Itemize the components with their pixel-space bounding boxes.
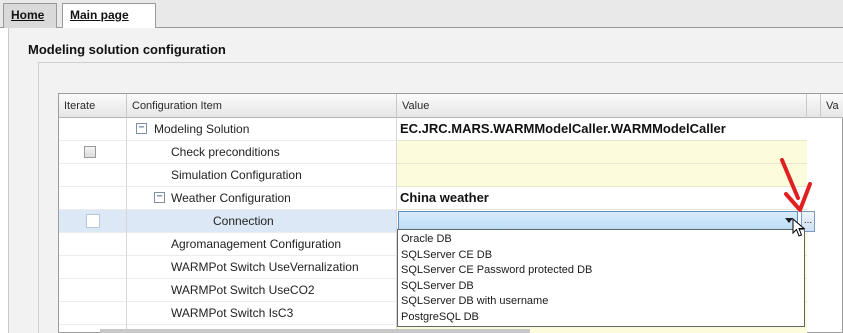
tab-main-page[interactable]: Main page bbox=[62, 3, 156, 29]
dropdown-option[interactable]: SQLServer DB with username bbox=[398, 294, 804, 310]
dropdown-option[interactable]: Oracle DB bbox=[398, 232, 804, 248]
column-header-va[interactable]: Va bbox=[820, 94, 843, 118]
group-box-border-left bbox=[38, 62, 39, 333]
column-header-iterate[interactable]: Iterate bbox=[59, 94, 127, 118]
config-item-label: Connection bbox=[213, 214, 274, 228]
horizontal-scrollbar[interactable] bbox=[100, 329, 530, 333]
iterate-cell bbox=[59, 164, 127, 187]
table-row[interactable]: Check preconditions bbox=[59, 141, 843, 164]
config-item-cell: WARMPot Switch IsC3 bbox=[127, 302, 397, 325]
config-item-cell: Connection bbox=[127, 210, 397, 233]
annotation-arrow-icon bbox=[780, 158, 812, 212]
group-box-border bbox=[38, 62, 843, 63]
mouse-cursor-icon bbox=[792, 218, 806, 237]
iterate-cell bbox=[59, 141, 127, 164]
iterate-cell bbox=[59, 256, 127, 279]
iterate-cell bbox=[59, 302, 127, 325]
config-item-cell: Agromanagement Configuration bbox=[127, 233, 397, 256]
iterate-cell bbox=[59, 233, 127, 256]
iterate-cell bbox=[59, 279, 127, 302]
config-item-label: Weather Configuration bbox=[171, 191, 291, 205]
dropdown-option[interactable]: SQLServer DB bbox=[398, 279, 804, 295]
config-item-cell: − Modeling Solution bbox=[127, 118, 397, 141]
config-item-label: Modeling Solution bbox=[154, 122, 250, 136]
column-header-value[interactable]: Value bbox=[397, 94, 807, 118]
dropdown-option[interactable]: SQLServer CE Password protected DB bbox=[398, 263, 804, 279]
config-item-label: Simulation Configuration bbox=[171, 168, 302, 182]
config-item-cell: Simulation Configuration bbox=[127, 164, 397, 187]
config-item-label: WARMPot Switch UseVernalization bbox=[171, 260, 359, 274]
table-row[interactable]: Simulation Configuration bbox=[59, 164, 843, 187]
table-row[interactable]: − Modeling Solution EC.JRC.MARS.WARMMode… bbox=[59, 118, 843, 141]
config-item-label: Check preconditions bbox=[171, 145, 280, 159]
dropdown-option[interactable]: PostgreSQL DB bbox=[398, 310, 804, 326]
grid-header: Iterate Configuration Item Value Va bbox=[59, 94, 843, 118]
iterate-cell bbox=[59, 210, 127, 233]
config-item-label: WARMPot Switch UseCO2 bbox=[171, 283, 315, 297]
iterate-cell bbox=[59, 187, 127, 210]
config-item-label: WARMPot Switch IsC3 bbox=[171, 306, 294, 320]
config-item-label: Agromanagement Configuration bbox=[171, 237, 342, 251]
config-item-cell: − Weather Configuration bbox=[127, 187, 397, 210]
tab-bar: Home Main page bbox=[0, 0, 843, 29]
column-header-configuration-item[interactable]: Configuration Item bbox=[127, 94, 397, 118]
value-cell[interactable] bbox=[397, 141, 807, 164]
config-item-cell: Check preconditions bbox=[127, 141, 397, 164]
value-cell[interactable]: EC.JRC.MARS.WARMModelCaller.WARMModelCal… bbox=[397, 118, 807, 141]
iterate-cell bbox=[59, 118, 127, 141]
table-row[interactable]: − Weather Configuration China weather bbox=[59, 187, 843, 210]
connection-dropdown-list: Oracle DB SQLServer CE DB SQLServer CE P… bbox=[397, 229, 805, 327]
collapse-icon[interactable]: − bbox=[154, 192, 165, 203]
value-cell[interactable]: China weather bbox=[397, 187, 807, 210]
collapse-icon[interactable]: − bbox=[136, 123, 147, 134]
tab-home[interactable]: Home bbox=[3, 3, 57, 28]
config-item-cell: WARMPot Switch UseCO2 bbox=[127, 279, 397, 302]
iterate-checkbox[interactable] bbox=[84, 146, 96, 158]
section-title: Modeling solution configuration bbox=[28, 42, 226, 57]
value-cell[interactable] bbox=[397, 164, 807, 187]
dropdown-option[interactable]: SQLServer CE DB bbox=[398, 248, 804, 264]
config-item-cell: WARMPot Switch UseVernalization bbox=[127, 256, 397, 279]
iterate-checkbox[interactable] bbox=[86, 214, 100, 228]
